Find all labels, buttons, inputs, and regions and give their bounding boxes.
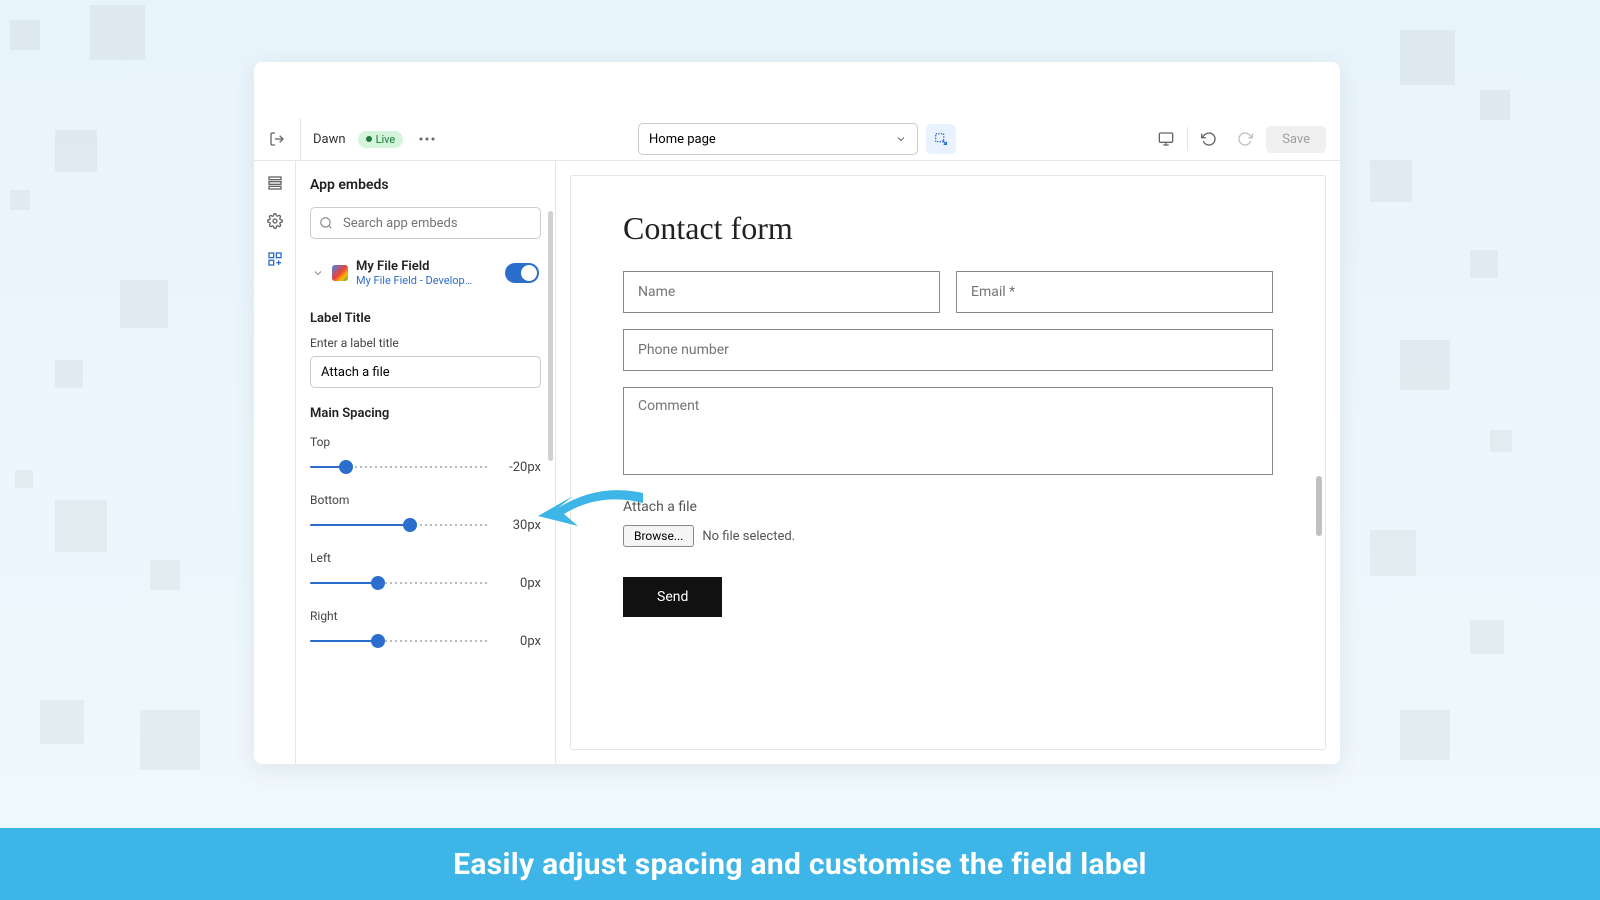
name-field[interactable] — [623, 271, 940, 313]
comment-field[interactable] — [623, 387, 1273, 475]
preview-frame: Contact form Attach a file Browse... No … — [570, 175, 1326, 750]
send-button[interactable]: Send — [623, 577, 722, 617]
theme-settings-icon[interactable] — [265, 211, 285, 231]
attach-file-label: Attach a file — [623, 499, 1273, 515]
file-status: No file selected. — [702, 529, 795, 544]
chevron-down-icon — [895, 133, 907, 145]
desktop-view-icon[interactable] — [1151, 124, 1181, 154]
slider-left-value: 0px — [499, 576, 541, 591]
panel-title: App embeds — [310, 177, 541, 193]
embed-toggle[interactable] — [505, 263, 539, 283]
exit-icon[interactable] — [268, 130, 286, 148]
slider-right-label: Right — [310, 609, 541, 623]
label-title-section-heading: Label Title — [310, 311, 541, 326]
label-title-input[interactable] — [310, 356, 541, 388]
slider-bottom[interactable] — [310, 513, 489, 537]
app-badge-icon — [332, 265, 348, 281]
search-icon — [319, 215, 333, 234]
slider-top-label: Top — [310, 435, 541, 449]
callout-arrow-icon — [528, 468, 648, 548]
label-help-text: Enter a label title — [310, 336, 541, 350]
undo-icon[interactable] — [1194, 124, 1224, 154]
app-window: Dawn Live Home page Save — [254, 62, 1340, 764]
preview-scrollbar[interactable] — [1316, 476, 1322, 536]
topbar: Dawn Live Home page Save — [254, 118, 1340, 161]
phone-field[interactable] — [623, 329, 1273, 371]
redo-icon — [1230, 124, 1260, 154]
slider-left-label: Left — [310, 551, 541, 565]
slider-left[interactable] — [310, 571, 489, 595]
marketing-caption: Easily adjust spacing and customise the … — [0, 828, 1600, 900]
email-field[interactable] — [956, 271, 1273, 313]
embed-subtitle: My File Field - Develop… — [356, 274, 497, 287]
contact-form-heading: Contact form — [623, 210, 1273, 247]
slider-right[interactable] — [310, 629, 489, 653]
side-rail — [254, 161, 296, 764]
settings-panel: App embeds My File Field My File Field -… — [296, 161, 556, 764]
chevron-down-icon[interactable] — [312, 264, 324, 283]
caption-text: Easily adjust spacing and customise the … — [453, 847, 1147, 882]
theme-name: Dawn — [313, 132, 346, 147]
slider-bottom-label: Bottom — [310, 493, 541, 507]
more-icon[interactable] — [415, 133, 439, 145]
page-select[interactable]: Home page — [638, 123, 918, 155]
preview-canvas: Contact form Attach a file Browse... No … — [556, 161, 1340, 764]
embed-title: My File Field — [356, 259, 497, 274]
selection-tool-button[interactable] — [926, 124, 956, 154]
live-badge: Live — [358, 131, 404, 148]
app-embeds-icon[interactable] — [265, 249, 285, 269]
save-button: Save — [1266, 126, 1326, 153]
slider-right-value: 0px — [499, 634, 541, 649]
main-area: App embeds My File Field My File Field -… — [254, 161, 1340, 764]
sections-icon[interactable] — [265, 173, 285, 193]
spacing-section-heading: Main Spacing — [310, 406, 541, 421]
panel-scrollbar[interactable] — [548, 211, 553, 461]
slider-top[interactable] — [310, 455, 489, 479]
app-embed-item: My File Field My File Field - Develop… — [310, 253, 541, 293]
search-input[interactable] — [310, 207, 541, 239]
